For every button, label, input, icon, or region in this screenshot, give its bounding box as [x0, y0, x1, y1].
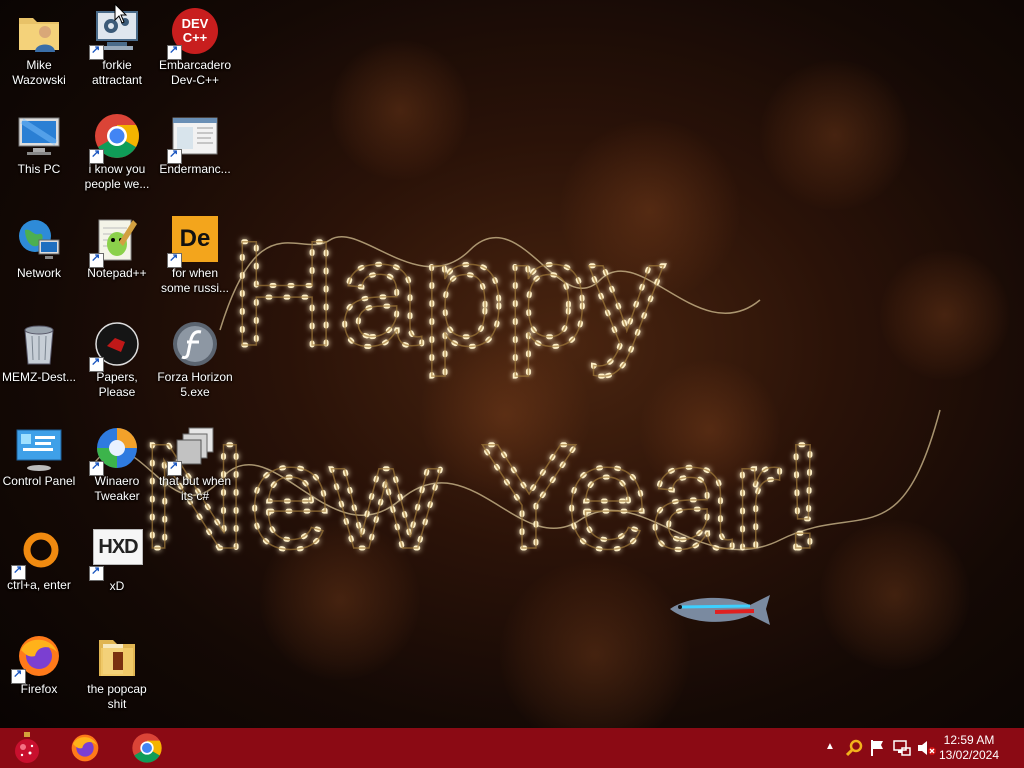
- shortcut-arrow-icon: [167, 251, 182, 268]
- taskbar-chrome-button[interactable]: [118, 728, 176, 768]
- shortcut-arrow-icon: [167, 459, 182, 476]
- icon-label: Mike Wazowski: [12, 58, 66, 87]
- icon-label: for when some russi...: [160, 266, 229, 295]
- network-icon[interactable]: [893, 739, 911, 757]
- user-folder-icon: [15, 8, 63, 56]
- chevron-up-icon[interactable]: ▲: [825, 741, 835, 752]
- recycle-bin-icon: [15, 320, 63, 368]
- desktop-icon-that-but-when-its-c[interactable]: that but when its c#: [156, 418, 234, 504]
- shortcut-arrow-icon: [89, 147, 104, 164]
- shortcut-arrow-icon: [11, 667, 26, 684]
- icon-label: This PC: [17, 162, 61, 176]
- firefox-icon: [71, 734, 99, 762]
- chrome-icon: [132, 733, 162, 763]
- icon-label: Winaero Tweaker: [94, 474, 140, 503]
- icon-label: Papers, Please: [96, 370, 138, 399]
- icon-label: Network: [16, 266, 61, 280]
- desktop-icon-endermanc[interactable]: Endermanc...: [156, 106, 234, 177]
- shortcut-arrow-icon: [167, 147, 182, 164]
- icon-label: Embarcadero Dev-C++: [158, 58, 232, 87]
- desktop-icon-forza-horizon[interactable]: Forza Horizon 5.exe: [156, 314, 234, 400]
- icon-label: forkie attractant: [91, 58, 143, 87]
- firefox-icon: [11, 632, 63, 684]
- desktop-icon-popcap[interactable]: the popcap shit: [78, 626, 156, 712]
- search-icon[interactable]: [846, 739, 864, 757]
- shortcut-arrow-icon: [89, 251, 104, 268]
- icon-label: Endermanc...: [159, 162, 231, 176]
- shortcut-arrow-icon: [89, 355, 104, 372]
- desktop-icon-this-pc[interactable]: This PC: [0, 106, 78, 177]
- wallpaper-line2-outline: New Year!: [140, 412, 824, 580]
- system-tray: ▲: [820, 728, 940, 768]
- network-icon: [15, 216, 63, 264]
- shortcut-arrow-icon: [89, 564, 104, 581]
- de-icon: De: [167, 216, 219, 268]
- stacked-windows-icon: [167, 424, 219, 476]
- desktop-icon-embarcadero-devcpp[interactable]: DEV C++ Embarcadero Dev-C++: [156, 2, 234, 88]
- icon-label: i know you people we...: [84, 162, 150, 191]
- winaero-icon: [89, 424, 141, 476]
- icon-label: Forza Horizon 5.exe: [157, 370, 233, 399]
- clock-time: 12:59 AM: [943, 733, 995, 747]
- icon-label: the popcap shit: [87, 682, 147, 711]
- wallpaper-line1-outline: Happy: [230, 209, 664, 377]
- desktop-icon-papers-please[interactable]: Papers, Please: [78, 314, 156, 400]
- papers-please-icon: [89, 320, 141, 372]
- desktop-icon-winaero-tweaker[interactable]: Winaero Tweaker: [78, 418, 156, 504]
- start-button[interactable]: [0, 728, 58, 768]
- desktop-icon-mike-wazowski[interactable]: Mike Wazowski: [0, 2, 78, 88]
- icon-label: MEMZ-Dest...: [2, 370, 76, 384]
- icon-label: Control Panel: [2, 474, 76, 488]
- orange-ring-icon: [11, 528, 63, 580]
- flag-icon[interactable]: [870, 739, 886, 757]
- shortcut-arrow-icon: [11, 563, 26, 580]
- mouse-cursor-icon: [114, 3, 128, 24]
- this-pc-icon: [15, 112, 63, 160]
- shortcut-arrow-icon: [167, 43, 182, 60]
- chrome-icon: [89, 112, 141, 164]
- desktop-icon-control-panel[interactable]: Control Panel: [0, 418, 78, 489]
- taskbar-firefox-button[interactable]: [56, 728, 114, 768]
- control-panel-icon: [15, 424, 63, 472]
- taskbar: ▲ 12:59 AM 13/02/2024: [0, 728, 1024, 768]
- desktop-icon-for-when-some-russi[interactable]: De for when some russi...: [156, 210, 234, 296]
- desktop-icon-network[interactable]: Network: [0, 210, 78, 281]
- devcpp-icon: DEV C++: [167, 8, 219, 60]
- hxd-icon: HXD: [89, 529, 143, 581]
- popcap-folder-icon: [93, 632, 141, 680]
- fish-sprite: [670, 595, 770, 625]
- desktop-icon-notepadpp[interactable]: Notepad++: [78, 210, 156, 281]
- ornament-start-icon: [15, 732, 39, 763]
- shortcut-arrow-icon: [89, 459, 104, 476]
- document-window-icon: [167, 112, 219, 164]
- desktop-icon-i-know-you-people[interactable]: i know you people we...: [78, 106, 156, 192]
- icon-label: xD: [109, 579, 125, 593]
- desktop-icon-ctrl-a-enter[interactable]: ctrl+a, enter: [0, 522, 78, 593]
- taskbar-clock[interactable]: 12:59 AM 13/02/2024: [934, 733, 1004, 763]
- icon-label: that but when its c#: [158, 474, 232, 503]
- desktop-icon-xd[interactable]: HXD xD: [78, 522, 156, 594]
- desktop[interactable]: Happy Happy New Year! New Year! Mike Waz…: [0, 0, 1024, 728]
- notepadpp-icon: [89, 216, 141, 268]
- icon-label: Firefox: [20, 682, 58, 696]
- desktop-icon-memz-dest[interactable]: MEMZ-Dest...: [0, 314, 78, 385]
- desktop-icon-firefox[interactable]: Firefox: [0, 626, 78, 697]
- shortcut-arrow-icon: [89, 43, 104, 60]
- icon-label: Notepad++: [87, 266, 147, 280]
- icon-label: ctrl+a, enter: [7, 578, 71, 592]
- clock-date: 13/02/2024: [938, 748, 1000, 762]
- hxd-logo-text: HXD: [93, 529, 143, 565]
- flash-icon: [171, 320, 219, 368]
